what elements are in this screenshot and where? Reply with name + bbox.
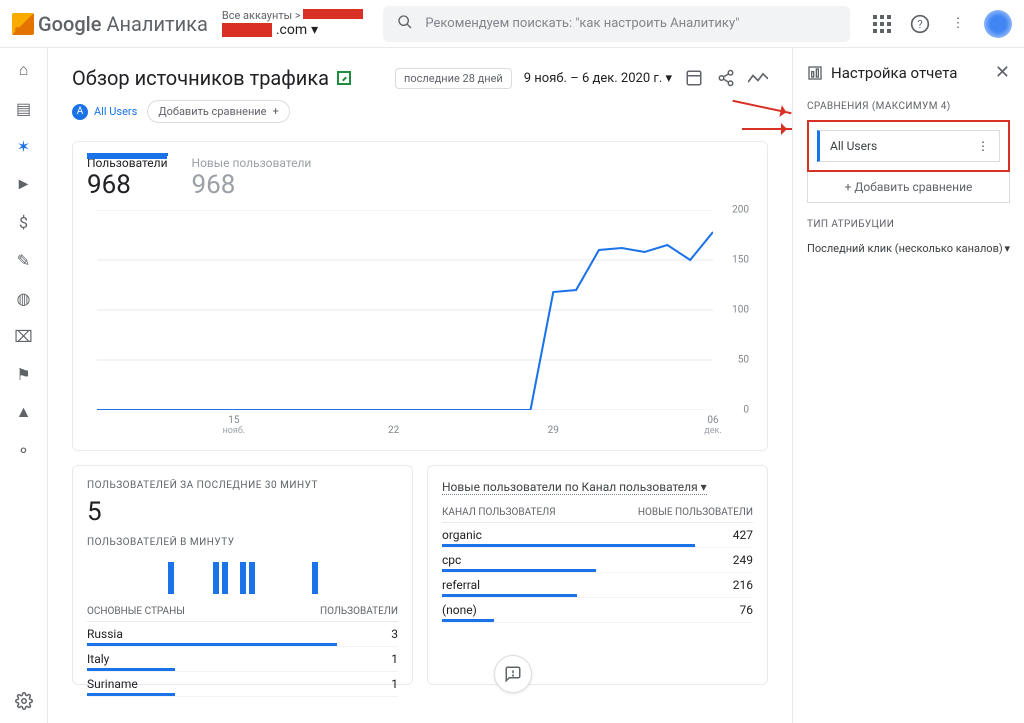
nav-reports-icon[interactable]: ▤ — [12, 96, 36, 120]
nav-device-icon[interactable]: ⌧ — [12, 324, 36, 348]
col-channel: КАНАЛ ПОЛЬЗОВАТЕЛЯ — [442, 507, 556, 518]
all-accounts-label: Все аккаунты > — [222, 9, 301, 22]
top-bar: Google Аналитика Все аккаунты > .com ▾ Р… — [0, 0, 1024, 48]
realtime-bars — [87, 554, 398, 594]
realtime-card: ПОЛЬЗОВАТЕЛЕЙ ЗА ПОСЛЕДНИЕ 30 МИНУТ 5 ПО… — [72, 465, 413, 685]
main-content: Обзор источников трафика последние 28 дн… — [48, 48, 792, 723]
redacted-name — [303, 9, 363, 19]
realtime-title: ПОЛЬЗОВАТЕЛЕЙ ЗА ПОСЛЕДНИЕ 30 МИНУТ — [87, 480, 398, 491]
right-panel: Настройка отчета ✕ СРАВНЕНИЯ (МАКСИМУМ 4… — [792, 48, 1024, 723]
nav-tag-icon[interactable]: ► — [12, 172, 36, 196]
nav-flag-icon[interactable]: ⚑ — [12, 362, 36, 386]
col-new-users: НОВЫЕ ПОЛЬЗОВАТЕЛИ — [638, 507, 753, 518]
nav-settings-icon[interactable] — [12, 689, 36, 713]
analytics-logo-icon — [12, 13, 34, 35]
customize-icon[interactable] — [684, 68, 704, 88]
nav-traffic-icon[interactable]: ✶ — [12, 134, 36, 158]
annotation-arrow-2 — [742, 128, 792, 130]
rp-title: Настройка отчета — [807, 64, 957, 82]
rp-add-comparison-button[interactable]: + Добавить сравнение — [807, 172, 1010, 203]
close-icon[interactable]: ✕ — [995, 62, 1010, 83]
avatar[interactable] — [984, 10, 1012, 38]
comparison-chip-all-users[interactable]: AAll Users — [72, 104, 137, 120]
line-chart: 050100150200 15нояб.222906дек. — [97, 210, 713, 410]
apps-icon[interactable] — [870, 12, 894, 36]
svg-text:?: ? — [917, 18, 922, 31]
top-icons: ? ⋮ — [870, 10, 1012, 38]
metric-tab-new-users[interactable]: Новые пользователи 968 — [192, 156, 312, 200]
search-placeholder: Рекомендуем поискать: "как настроить Ана… — [425, 16, 739, 31]
search-icon — [397, 14, 413, 34]
search-input[interactable]: Рекомендуем поискать: "как настроить Ана… — [383, 6, 850, 42]
col-countries: ОСНОВНЫЕ СТРАНЫ — [87, 606, 185, 617]
add-comparison-button[interactable]: Добавить сравнение+ — [147, 100, 289, 123]
verified-icon — [337, 71, 351, 85]
table-row[interactable]: referral216 — [442, 573, 753, 598]
nav-user-icon[interactable]: ▲ — [12, 400, 36, 424]
share-icon[interactable] — [716, 68, 736, 88]
nav-engage-icon[interactable]: ✎ — [12, 248, 36, 272]
rp-section-label: СРАВНЕНИЯ (МАКСИМУМ 4) — [807, 101, 1010, 112]
nav-tree-icon[interactable]: ⚬ — [12, 438, 36, 462]
page-title: Обзор источников трафика — [72, 66, 351, 90]
nav-monetization-icon[interactable]: $ — [12, 210, 36, 234]
table-row[interactable]: cpc249 — [442, 548, 753, 573]
chevron-down-icon: ▾ — [311, 22, 318, 39]
table-row[interactable]: organic427 — [442, 523, 753, 548]
rp-attr-select[interactable]: Последний клик (несколько каналов)▾ — [807, 238, 1010, 259]
channels-selector[interactable]: Новые пользователи по Канал пользователя… — [442, 480, 707, 495]
domain-suffix: .com — [276, 22, 307, 39]
date-chip[interactable]: последние 28 дней — [395, 68, 512, 89]
realtime-value: 5 — [87, 497, 398, 527]
feedback-fab[interactable] — [494, 655, 532, 693]
nav-home-icon[interactable]: ⌂ — [12, 58, 36, 82]
brand-text: Google Аналитика — [38, 12, 208, 36]
table-row[interactable]: (none)76 — [442, 598, 753, 623]
help-icon[interactable]: ? — [908, 12, 932, 36]
comparison-item-all-users[interactable]: All Users ⋮ — [817, 130, 1000, 162]
date-range-picker[interactable]: 9 нояб. – 6 дек. 2020 г. ▾ — [524, 71, 672, 86]
insights-icon[interactable] — [748, 68, 768, 88]
brand[interactable]: Google Аналитика — [12, 12, 208, 36]
redacted-domain — [222, 23, 272, 37]
channels-card: Новые пользователи по Канал пользователя… — [427, 465, 768, 685]
realtime-permin-label: ПОЛЬЗОВАТЕЛЕЙ В МИНУТУ — [87, 537, 398, 548]
col-users: ПОЛЬЗОВАТЕЛИ — [320, 606, 398, 617]
rp-attr-label: ТИП АТРИБУЦИИ — [807, 219, 1010, 230]
table-row[interactable]: Italy1 — [87, 647, 398, 672]
comparison-highlight-box: All Users ⋮ — [807, 120, 1010, 172]
users-chart-card: Пользователи 968 Новые пользователи 968 … — [72, 141, 768, 451]
table-row[interactable]: Suriname1 — [87, 672, 398, 697]
account-picker[interactable]: Все аккаунты > .com ▾ — [222, 9, 364, 39]
active-tab-indicator — [87, 156, 167, 159]
nav-globe-icon[interactable]: ◍ — [12, 286, 36, 310]
more-vert-icon[interactable]: ⋮ — [977, 139, 989, 153]
more-vert-icon[interactable]: ⋮ — [946, 12, 970, 36]
metric-tab-users[interactable]: Пользователи 968 — [87, 153, 168, 200]
side-nav: ⌂ ▤ ✶ ► $ ✎ ◍ ⌧ ⚑ ▲ ⚬ — [0, 48, 48, 723]
table-row[interactable]: Russia3 — [87, 622, 398, 647]
